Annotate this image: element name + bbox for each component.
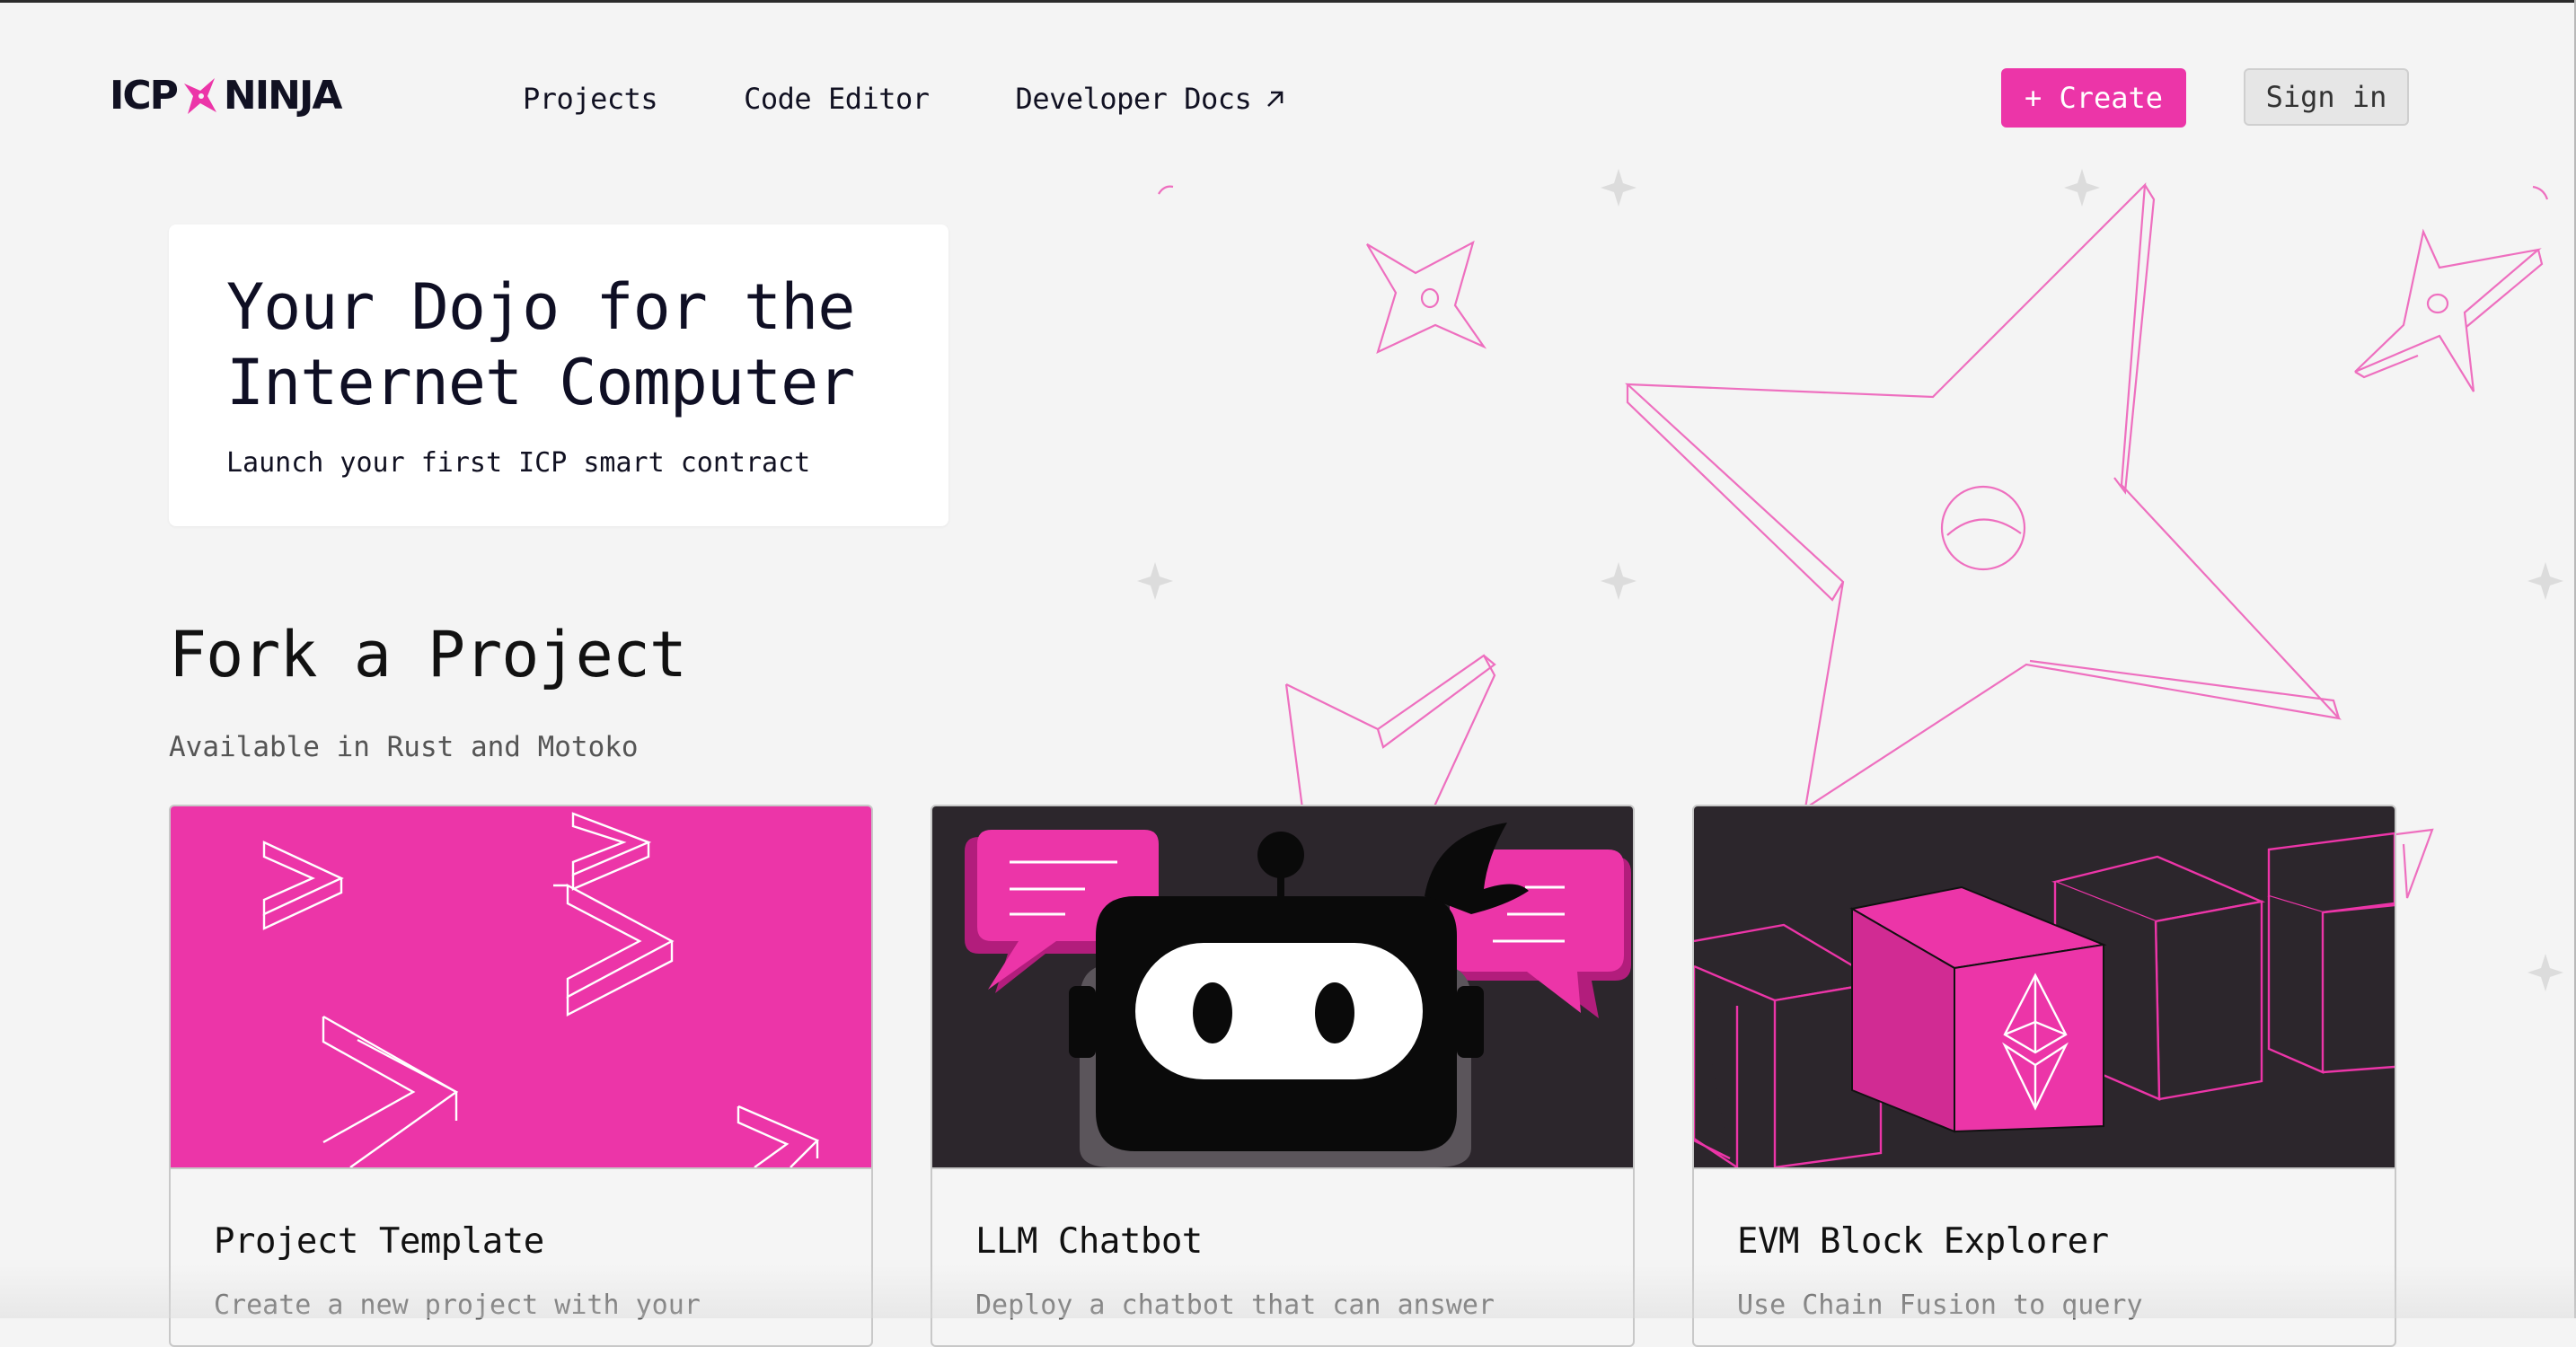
- logo-text-icp: ICP: [110, 73, 179, 119]
- arrow-up-right-icon: [1267, 91, 1284, 107]
- card-divider: [171, 1167, 871, 1169]
- nav-projects[interactable]: Projects: [523, 79, 658, 119]
- icp-ninja-logo[interactable]: ICP NINJA: [110, 73, 342, 119]
- project-template-thumbnail: [171, 806, 871, 1167]
- card-divider: [1694, 1167, 2395, 1169]
- project-card-title: EVM Block Explorer: [1737, 1221, 2109, 1262]
- create-button[interactable]: + Create: [2001, 68, 2186, 128]
- project-card-template[interactable]: Project Template Create a new project wi…: [169, 805, 873, 1347]
- evm-block-explorer-thumbnail: [1694, 806, 2395, 1167]
- nav-code-editor-label: Code Editor: [744, 82, 930, 116]
- section-title: Fork a Project: [169, 618, 687, 691]
- main-nav: Projects Code Editor Developer Docs: [523, 79, 1373, 119]
- card-divider: [932, 1167, 1633, 1169]
- project-card-title: LLM Chatbot: [975, 1221, 1203, 1262]
- nav-developer-docs[interactable]: Developer Docs: [1016, 79, 1288, 119]
- nav-developer-docs-label: Developer Docs: [1015, 82, 1252, 116]
- llm-chatbot-thumbnail: [932, 806, 1633, 1167]
- sign-in-button[interactable]: Sign in: [2244, 68, 2409, 126]
- section-subtitle: Available in Rust and Motoko: [169, 731, 639, 763]
- project-card-description: Use Chain Fusion to query: [1737, 1290, 2143, 1321]
- window-top-border: [0, 0, 2576, 3]
- project-card-title: Project Template: [214, 1221, 544, 1262]
- hero-subtitle: Launch your first ICP smart contract: [226, 447, 811, 479]
- chevron-pattern-illustration: [171, 806, 871, 1167]
- project-card-description: Deploy a chatbot that can answer: [975, 1290, 1495, 1321]
- ethereum-blocks-illustration: [1694, 806, 2395, 1167]
- project-card-description: Create a new project with your: [214, 1290, 701, 1321]
- hero-title: Your Dojo for the Internet Computer: [226, 270, 855, 419]
- shuriken-icon: [183, 78, 216, 114]
- robot-ninja-illustration: [932, 806, 1633, 1167]
- nav-projects-label: Projects: [523, 82, 658, 116]
- nav-code-editor[interactable]: Code Editor: [744, 79, 930, 119]
- project-card-llm-chatbot[interactable]: LLM Chatbot Deploy a chatbot that can an…: [931, 805, 1635, 1347]
- logo-text-ninja: NINJA: [223, 73, 342, 119]
- project-card-evm-block-explorer[interactable]: EVM Block Explorer Use Chain Fusion to q…: [1692, 805, 2396, 1347]
- hero-card: Your Dojo for the Internet Computer Laun…: [169, 224, 948, 526]
